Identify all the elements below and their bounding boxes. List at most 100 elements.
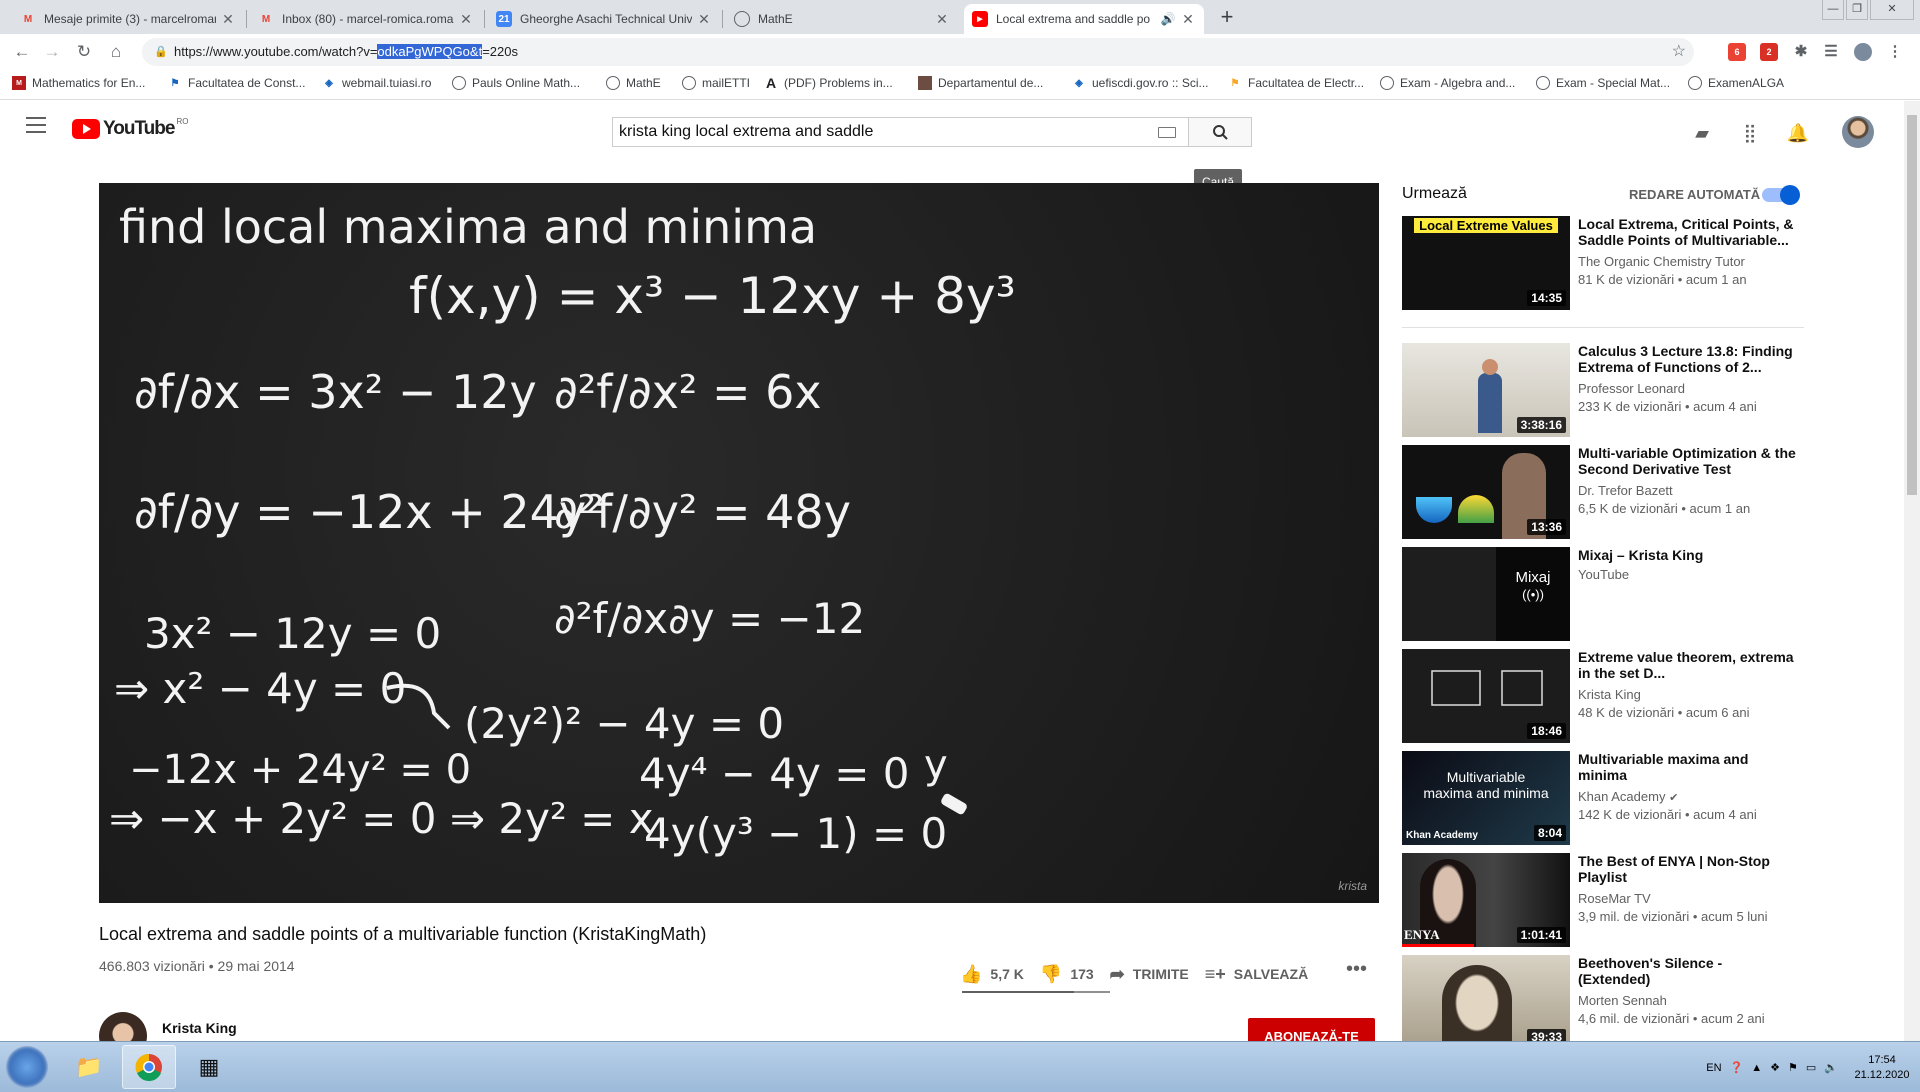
notifications-bell-icon[interactable]: 🔔 [1786, 121, 1810, 145]
close-icon[interactable]: ✕ [696, 11, 712, 28]
tab-calendar[interactable]: 21 Gheorghe Asachi Technical Unive ✕ [488, 4, 720, 34]
clock[interactable]: 17:54 21.12.2020 [1852, 1053, 1912, 1083]
create-video-icon[interactable]: ▰ [1690, 121, 1714, 145]
video-thumbnail[interactable]: 13:36 [1402, 445, 1570, 539]
hamburger-menu-icon[interactable] [26, 117, 46, 133]
sidebar-video-item[interactable]: Local Extreme Values 14:35 Local Extrema… [1402, 216, 1802, 310]
minimize-button[interactable]: — [1822, 0, 1844, 20]
file-explorer-icon[interactable]: 📁 [62, 1045, 116, 1089]
language-indicator[interactable]: EN [1706, 1062, 1721, 1074]
display-icon[interactable]: ▭ [1806, 1061, 1816, 1074]
gmail-icon: M [261, 13, 271, 25]
help-icon[interactable]: ❓ [1730, 1061, 1744, 1074]
close-icon[interactable]: ✕ [934, 11, 950, 28]
tab-gmail-1[interactable]: M Mesaje primite (3) - marcelromar ✕ [12, 4, 244, 34]
sidebar-video-item[interactable]: 18:46 Extreme value theorem, extrema in … [1402, 649, 1802, 743]
video-thumbnail[interactable]: Multivariable maxima and minima Khan Aca… [1402, 751, 1570, 845]
calendar-extension-icon[interactable]: 2 [1760, 43, 1778, 61]
bookmark-item[interactable]: M Mathematics for En... [12, 76, 145, 90]
close-icon[interactable]: ✕ [1180, 11, 1196, 28]
bookmark-item[interactable]: MathE [606, 76, 661, 90]
bookmark-item[interactable]: mailETTI [682, 76, 750, 90]
like-button[interactable]: 👍 5,7 K [960, 956, 1024, 992]
video-thumbnail[interactable]: ENYA 1:01:41 [1402, 853, 1570, 947]
sidebar-video-item[interactable]: 3:38:16 Calculus 3 Lecture 13.8: Finding… [1402, 343, 1802, 437]
sidebar-video-item[interactable]: ENYA 1:01:41 The Best of ENYA | Non-Stop… [1402, 853, 1802, 947]
bookmark-item[interactable]: Departamentul de... [918, 76, 1043, 90]
start-button[interactable] [6, 1046, 48, 1088]
bookmark-item[interactable]: Pauls Online Math... [452, 76, 580, 90]
video-thumbnail[interactable]: 3:38:16 [1402, 343, 1570, 437]
sidebar-video-item[interactable]: Multivariable maxima and minima Khan Aca… [1402, 751, 1802, 845]
forward-button[interactable]: → [40, 40, 64, 64]
new-tab-button[interactable]: + [1214, 4, 1240, 30]
board-heading: find local maxima and minima [119, 200, 817, 254]
address-bar[interactable]: 🔒 https://www.youtube.com/watch?v=odkaPg… [142, 38, 1694, 66]
dept-icon [918, 76, 932, 90]
sidebar-video-item[interactable]: 39:33 Beethoven's Silence - (Extended) M… [1402, 955, 1802, 1049]
globe-icon [1536, 76, 1550, 90]
autoplay-toggle[interactable] [1762, 185, 1800, 205]
more-options-icon[interactable]: ••• [1346, 958, 1367, 981]
tab-youtube-active[interactable]: ▶ Local extrema and saddle po 🔊 ✕ [964, 4, 1204, 34]
gmail-icon: M [23, 13, 33, 25]
video-thumbnail[interactable]: Local Extreme Values 14:35 [1402, 216, 1570, 310]
share-button[interactable]: ➦ TRIMITE [1110, 956, 1189, 992]
bookmark-item[interactable]: ⚑ Facultatea de Const... [168, 76, 306, 90]
bookmark-item[interactable]: Exam - Algebra and... [1380, 76, 1515, 90]
sidebar-video-item[interactable]: 13:36 Multi-variable Optimization & the … [1402, 445, 1802, 539]
abp-extension-icon[interactable]: 6 [1728, 43, 1746, 61]
youtube-header: YouTube RO krista king local extrema and… [0, 101, 1904, 157]
dropbox-icon[interactable]: ❖ [1770, 1061, 1780, 1074]
book-icon: M [12, 76, 26, 90]
video-thumbnail[interactable]: 18:46 [1402, 649, 1570, 743]
search-button[interactable] [1188, 117, 1252, 147]
reload-button[interactable]: ↻ [72, 40, 96, 64]
flag-icon[interactable]: ⚑ [1788, 1061, 1798, 1074]
profile-icon[interactable] [1854, 43, 1872, 61]
keyboard-icon[interactable] [1158, 127, 1176, 138]
bookmark-star-icon[interactable]: ☆ [1672, 38, 1686, 66]
save-button[interactable]: ≡+ SALVEAZĂ [1205, 956, 1308, 992]
bookmark-item[interactable]: ExamenALGA [1688, 76, 1784, 90]
system-tray: EN ❓ ▲ ❖ ⚑ ▭ 🔈 17:54 21.12.2020 [1706, 1042, 1912, 1092]
account-avatar[interactable] [1842, 116, 1874, 148]
scrollbar-thumb[interactable] [1907, 115, 1917, 495]
menu-kebab-icon[interactable]: ⋮ [1886, 43, 1904, 61]
bookmark-item[interactable]: ⚑ Facultatea de Electr... [1228, 76, 1365, 90]
tray-expand-icon[interactable]: ▲ [1751, 1062, 1762, 1074]
board-step-6: ⇒ −x + 2y² = 0 ⇒ 2y² = x [109, 794, 654, 843]
video-title: Local extrema and saddle points of a mul… [99, 924, 707, 944]
dislike-button[interactable]: 👎 173 [1040, 956, 1094, 992]
bookmark-item[interactable]: ◈ webmail.tuiasi.ro [322, 76, 431, 90]
back-button[interactable]: ← [10, 40, 34, 64]
puzzle-icon[interactable]: ✱ [1792, 43, 1810, 61]
page-scrollbar[interactable] [1904, 101, 1920, 1041]
home-button[interactable]: ⌂ [104, 40, 128, 64]
a-icon: A [765, 75, 777, 91]
video-actions: 👍 5,7 K 👎 173 ➦ TRIMITE ≡+ SALVEAZĂ [960, 956, 1324, 992]
close-icon[interactable]: ✕ [220, 11, 236, 28]
search-input[interactable]: krista king local extrema and saddle [612, 117, 1188, 147]
video-player[interactable]: find local maxima and minima f(x,y) = x³… [99, 183, 1379, 903]
video-thumbnail[interactable]: Mixaj ((•)) [1402, 547, 1570, 641]
media-control-icon[interactable]: ☰ [1822, 43, 1840, 61]
bookmark-item[interactable]: Exam - Special Mat... [1536, 76, 1670, 90]
channel-name[interactable]: Krista King [162, 1020, 237, 1036]
close-icon[interactable]: ✕ [458, 11, 474, 28]
calculator-icon[interactable]: ▦ [182, 1045, 236, 1089]
video-thumbnail[interactable]: 39:33 [1402, 955, 1570, 1049]
bookmark-item[interactable]: ◈ uefiscdi.gov.ro :: Sci... [1072, 76, 1208, 90]
autoplay-label: REDARE AUTOMATĂ [1629, 187, 1761, 202]
close-window-button[interactable]: ✕ [1870, 0, 1914, 20]
bookmark-item[interactable]: A (PDF) Problems in... [764, 75, 893, 91]
speaker-icon[interactable]: 🔊 [1160, 12, 1176, 26]
apps-grid-icon[interactable]: ⣿ [1738, 121, 1762, 145]
restore-button[interactable]: ❐ [1846, 0, 1868, 20]
tab-gmail-2[interactable]: M Inbox (80) - marcel-romica.roma ✕ [250, 4, 482, 34]
chrome-icon[interactable] [122, 1045, 176, 1089]
tab-mathe[interactable]: MathE ✕ [726, 4, 958, 34]
sidebar-mix-item[interactable]: Mixaj ((•)) Mixaj – Krista King YouTube [1402, 547, 1802, 641]
volume-icon[interactable]: 🔈 [1824, 1061, 1838, 1074]
youtube-logo[interactable]: YouTube RO [72, 117, 188, 140]
